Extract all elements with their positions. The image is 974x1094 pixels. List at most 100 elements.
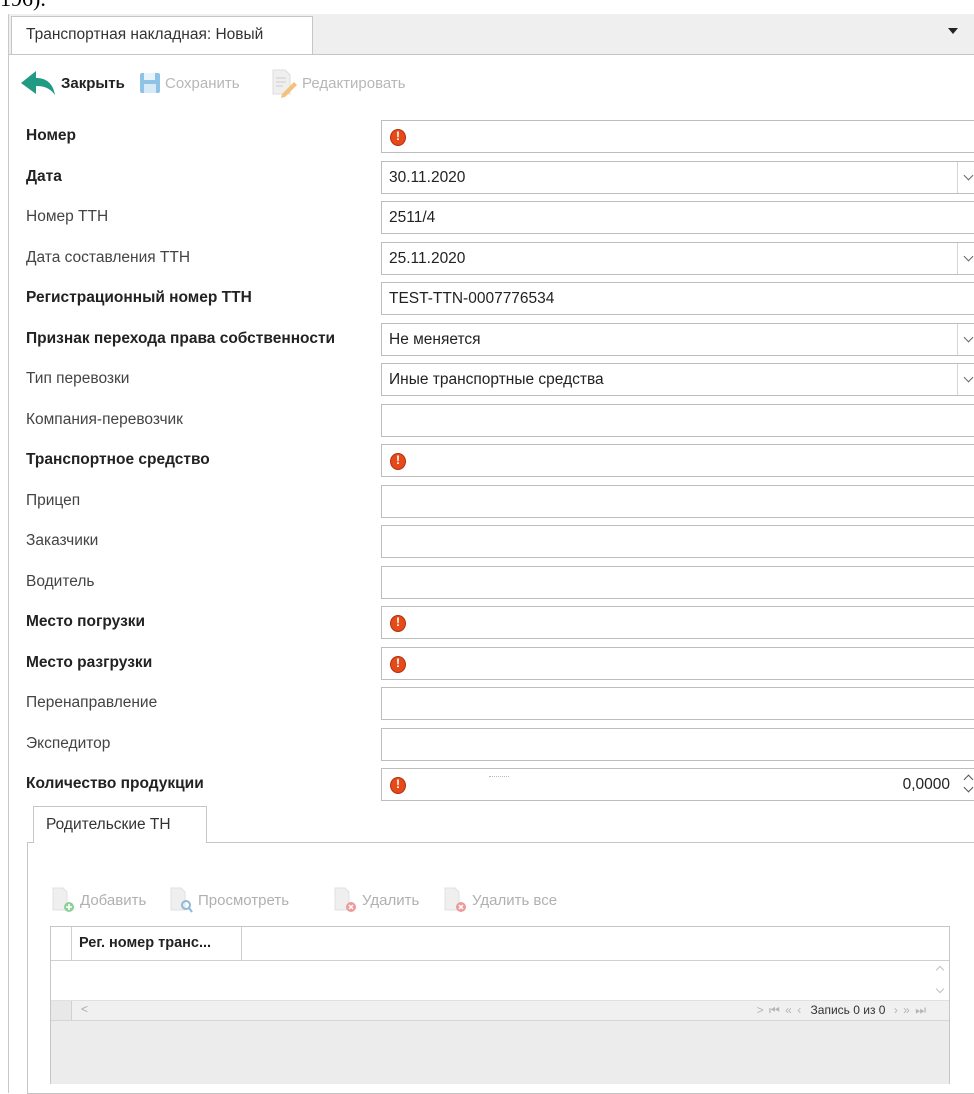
field-value: Не меняется [389,331,481,348]
dropdown-field[interactable]: 25.11.2020 [381,242,974,275]
form-row: Перенаправление [9,685,974,721]
column-header-reg-number[interactable]: Рег. номер транс... [71,927,242,960]
field-label: Водитель [26,573,95,590]
dropdown-field[interactable]: Иные транспортные средства [381,363,974,396]
sub-tab-strip: Родительские ТН [27,799,974,843]
form-row: Регистрационный номер ТТН TEST-TTN-000777… [9,280,974,316]
field-label: Дата [26,168,62,185]
text-field[interactable] [381,444,974,477]
view-button[interactable]: Просмотреть [168,886,289,914]
text-field[interactable] [381,404,974,437]
field-value: Иные транспортные средства [389,371,604,388]
delete-button-label: Удалить [362,891,420,909]
cropped-caption-text: 196). [0,0,46,12]
field-label: Дата составления ТТН [26,249,191,266]
form-row: Место погрузки [9,604,974,640]
field-label: Заказчики [26,532,99,549]
back-arrow-icon [21,71,55,95]
delete-all-button[interactable]: Удалить все [442,886,557,914]
record-counter: Запись 0 из 0 [810,1003,886,1017]
main-toolbar: Закрыть Сохранить Редактировать [17,66,917,102]
grid-navigator: < > ⏮ « ‹ Запись 0 из 0 › » ⏭ [51,1000,949,1021]
prev-page-icon[interactable]: « [785,1003,793,1017]
form-row: Место разгрузки [9,645,974,681]
form-row: Признак перехода права собственности Не м… [9,321,974,357]
chevron-down-icon[interactable] [947,24,961,38]
tab-transport-waybill[interactable]: Транспортная накладная: Новый [11,16,313,54]
row-indicator-header [51,927,72,960]
add-button-label: Добавить [80,891,147,909]
prev-record-icon[interactable]: ‹ [797,1003,802,1017]
grid-rows-area[interactable] [51,960,949,1000]
text-field[interactable] [381,647,974,680]
footer-indicator [51,1001,72,1021]
numeric-stepper-field[interactable]: 0,0000 [381,768,974,801]
required-error-icon [390,656,406,673]
form-row: Номер ТТН 2511/4 [9,199,974,235]
last-record-icon[interactable]: ⏭ [915,1003,927,1017]
text-field[interactable] [381,687,974,720]
required-error-icon [390,453,406,470]
text-field[interactable]: 2511/4 [381,201,974,234]
form-row: Номер [9,118,974,154]
scroll-left-icon[interactable]: < [81,1002,88,1016]
parent-waybills-panel: Родительские ТН Добавить Просмотреть Уда… [27,799,974,1094]
form-row: Водитель [9,564,974,600]
field-label: Количество продукции [26,775,204,792]
close-button[interactable]: Закрыть [19,66,125,100]
view-document-icon [170,887,193,913]
floppy-disk-icon [140,73,160,93]
next-page-icon[interactable]: » [903,1003,911,1017]
field-value: 30.11.2020 [389,169,466,186]
field-value: 25.11.2020 [389,250,466,267]
record-navigator: > ⏮ « ‹ Запись 0 из 0 › » ⏭ [757,1003,927,1018]
field-label: Регистрационный номер ТТН [26,289,252,306]
field-label: Компания-перевозчик [26,411,183,428]
required-error-icon [390,129,406,146]
delete-all-button-label: Удалить все [472,891,558,909]
form-row: Прицеп [9,483,974,519]
grid-header: Рег. номер транс... [51,927,949,961]
dropdown-field[interactable]: Не меняется [381,323,974,356]
add-document-icon [52,887,74,912]
splitter-grip[interactable] [489,776,509,780]
chevron-down-icon[interactable] [957,162,974,193]
parent-waybills-grid: Рег. номер транс... < > ⏮ « ‹ Запись 0 и… [50,926,950,1084]
tab-strip: Транспортная накладная: Новый [9,14,974,55]
save-button-label: Сохранить [165,74,240,92]
form-row: Количество продукции 0,0000 [9,766,974,802]
first-record-icon[interactable]: ⏮ [769,1003,781,1017]
chevron-down-icon[interactable] [957,364,974,395]
text-field[interactable] [381,566,974,599]
text-field[interactable]: TEST-TTN-0007776534 [381,282,974,315]
chevron-down-icon[interactable] [957,324,974,355]
delete-button[interactable]: Удалить [332,886,419,914]
field-value: 0,0000 [902,776,950,793]
close-button-label: Закрыть [61,74,125,92]
field-label: Перенаправление [26,694,158,711]
text-field[interactable] [381,120,974,153]
next-record-icon[interactable]: › [894,1003,899,1017]
form-row: Экспедитор [9,726,974,762]
required-error-icon [390,615,406,632]
form-row: Дата 30.11.2020 [9,159,974,195]
field-label: Место погрузки [26,613,146,630]
add-button[interactable]: Добавить [50,886,146,914]
tab-parent-waybills[interactable]: Родительские ТН [33,806,207,843]
text-field[interactable] [381,525,974,558]
scroll-right-icon[interactable]: > [757,1003,765,1017]
chevron-down-icon[interactable] [957,243,974,274]
spinner-arrows-icon[interactable] [958,769,974,800]
edit-button[interactable]: Редактировать [270,66,406,100]
text-field[interactable] [381,606,974,639]
dropdown-field[interactable]: 30.11.2020 [381,161,974,194]
save-button[interactable]: Сохранить [139,66,240,100]
view-button-label: Просмотреть [198,891,290,909]
form-row: Транспортное средство [9,442,974,478]
text-field[interactable] [381,485,974,518]
text-field[interactable] [381,728,974,761]
form-row: Дата составления ТТН 25.11.2020 [9,240,974,276]
required-error-icon [390,777,406,794]
form-row: Заказчики [9,523,974,559]
vertical-scrollbar[interactable] [931,960,949,1000]
